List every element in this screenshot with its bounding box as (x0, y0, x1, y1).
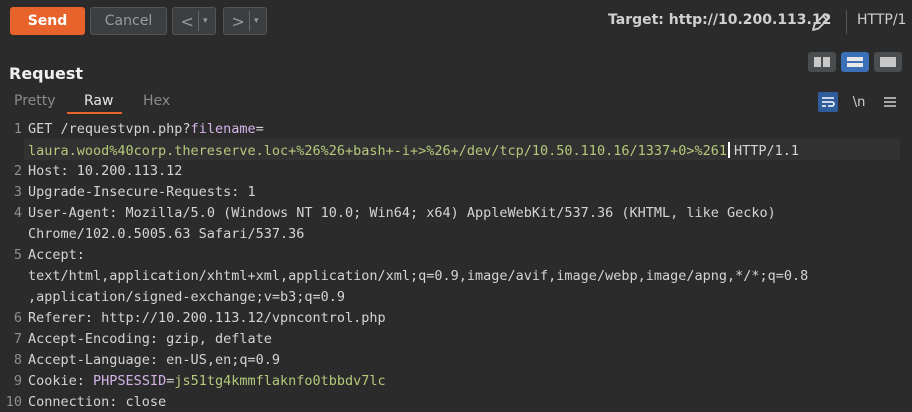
header-key: Accept (28, 247, 77, 263)
header-value: : http://10.200.113.12/vpncontrol.php (84, 310, 386, 326)
text-cursor (727, 142, 730, 158)
request-line: GET /requestvpn.php?filename= (28, 121, 264, 137)
line-number: 8 (13, 352, 22, 368)
header-sep: : (76, 373, 94, 389)
line-number: 5 (13, 247, 22, 263)
target-label: Target: http://10.200.113.12 (608, 12, 832, 28)
header-key: Accept-Language (28, 352, 150, 368)
tab-hex[interactable]: Hex (143, 93, 170, 109)
chevron-down-icon[interactable]: ▾ (254, 16, 259, 26)
header-value: : 10.200.113.12 (60, 163, 183, 179)
wrap-lines-icon[interactable] (818, 92, 838, 112)
method-path: GET /requestvpn.php? (28, 121, 191, 137)
tab-raw[interactable]: Raw (84, 93, 113, 109)
newline-icon[interactable]: \n (849, 92, 869, 112)
request-tabs: Pretty Raw Hex (0, 90, 912, 114)
send-button[interactable]: Send (10, 7, 85, 35)
pencil-icon[interactable] (808, 9, 834, 35)
query-param-value: laura.wood%40corp.thereserve.loc+%26%26+… (28, 143, 727, 159)
line-number: 9 (13, 373, 22, 389)
header-key: Cookie (28, 373, 77, 389)
editor-options: \n (812, 90, 912, 114)
cancel-button[interactable]: Cancel (90, 7, 167, 35)
active-tab-indicator (67, 112, 122, 114)
header-value: : Mozilla/5.0 (Windows NT 10.0; Win64; x… (109, 205, 776, 221)
line-number: 7 (13, 331, 22, 347)
menu-icon[interactable] (880, 92, 900, 112)
chevron-left-icon: < (180, 11, 194, 31)
header-key: Host (28, 163, 61, 179)
header-continuation: Chrome/102.0.5005.63 Safari/537.36 (28, 226, 305, 242)
tab-pretty[interactable]: Pretty (14, 93, 56, 109)
header-key: Referer (28, 310, 85, 326)
header-user-agent: User-Agent: Mozilla/5.0 (Windows NT 10.0… (28, 205, 776, 221)
divider (248, 11, 250, 31)
layout-toggles (808, 52, 902, 72)
chevron-right-icon: > (231, 11, 245, 31)
line-number: 3 (13, 184, 22, 200)
header-accept-encoding: Accept-Encoding: gzip, deflate (28, 331, 272, 347)
divider (197, 11, 199, 31)
header-accept: Accept: (28, 247, 85, 263)
header-value: : en-US,en;q=0.9 (149, 352, 280, 368)
header-continuation: text/html,application/xhtml+xml,applicat… (28, 268, 809, 284)
header-value: : close (109, 394, 167, 410)
header-key: User-Agent (28, 205, 110, 221)
line-number: 4 (13, 205, 22, 221)
header-key: Accept-Encoding (28, 331, 150, 347)
request-editor[interactable]: 1 GET /requestvpn.php?filename= laura.wo… (0, 118, 912, 412)
line-number: 6 (13, 310, 22, 326)
split-horizontal-icon[interactable] (808, 52, 836, 72)
split-vertical-icon[interactable] (841, 52, 869, 72)
header-key: Upgrade-Insecure-Requests (28, 184, 232, 200)
cookie-name: PHPSESSID (93, 373, 167, 389)
divider (846, 10, 847, 34)
equals-sign: = (255, 121, 264, 137)
back-button[interactable]: < ▾ (172, 7, 216, 35)
line-number: 1 (13, 121, 22, 137)
header-continuation: ,application/signed-exchange;v=b3;q=0.9 (28, 289, 345, 305)
header-value: : gzip, deflate (149, 331, 272, 347)
header-key: Connection (28, 394, 110, 410)
header-host: Host: 10.200.113.12 (28, 163, 182, 179)
query-param-name: filename (190, 121, 256, 137)
cookie-value: js51tg4kmmflaknfo0tbbdv7lc (174, 373, 386, 389)
toolbar: Send Cancel < ▾ > ▾ Target: http://10.20… (0, 0, 912, 44)
chevron-down-icon[interactable]: ▾ (203, 16, 208, 26)
header-referer: Referer: http://10.200.113.12/vpncontrol… (28, 310, 386, 326)
header-value: : (76, 247, 85, 263)
header-cookie: Cookie: PHPSESSID=js51tg4kmmflaknfo0tbbd… (28, 373, 386, 389)
header-upgrade: Upgrade-Insecure-Requests: 1 (28, 184, 256, 200)
line-number: 2 (13, 163, 22, 179)
header-connection: Connection: close (28, 394, 166, 410)
line-number: 10 (5, 394, 22, 410)
header-accept-language: Accept-Language: en-US,en;q=0.9 (28, 352, 280, 368)
protocol-label[interactable]: HTTP/1 (857, 12, 906, 28)
request-title: Request (9, 64, 84, 83)
request-line-continuation: laura.wood%40corp.thereserve.loc+%26%26+… (28, 142, 799, 159)
header-value: : 1 (231, 184, 256, 200)
single-pane-icon[interactable] (874, 52, 902, 72)
forward-button[interactable]: > ▾ (223, 7, 267, 35)
http-version: HTTP/1.1 (733, 143, 800, 159)
